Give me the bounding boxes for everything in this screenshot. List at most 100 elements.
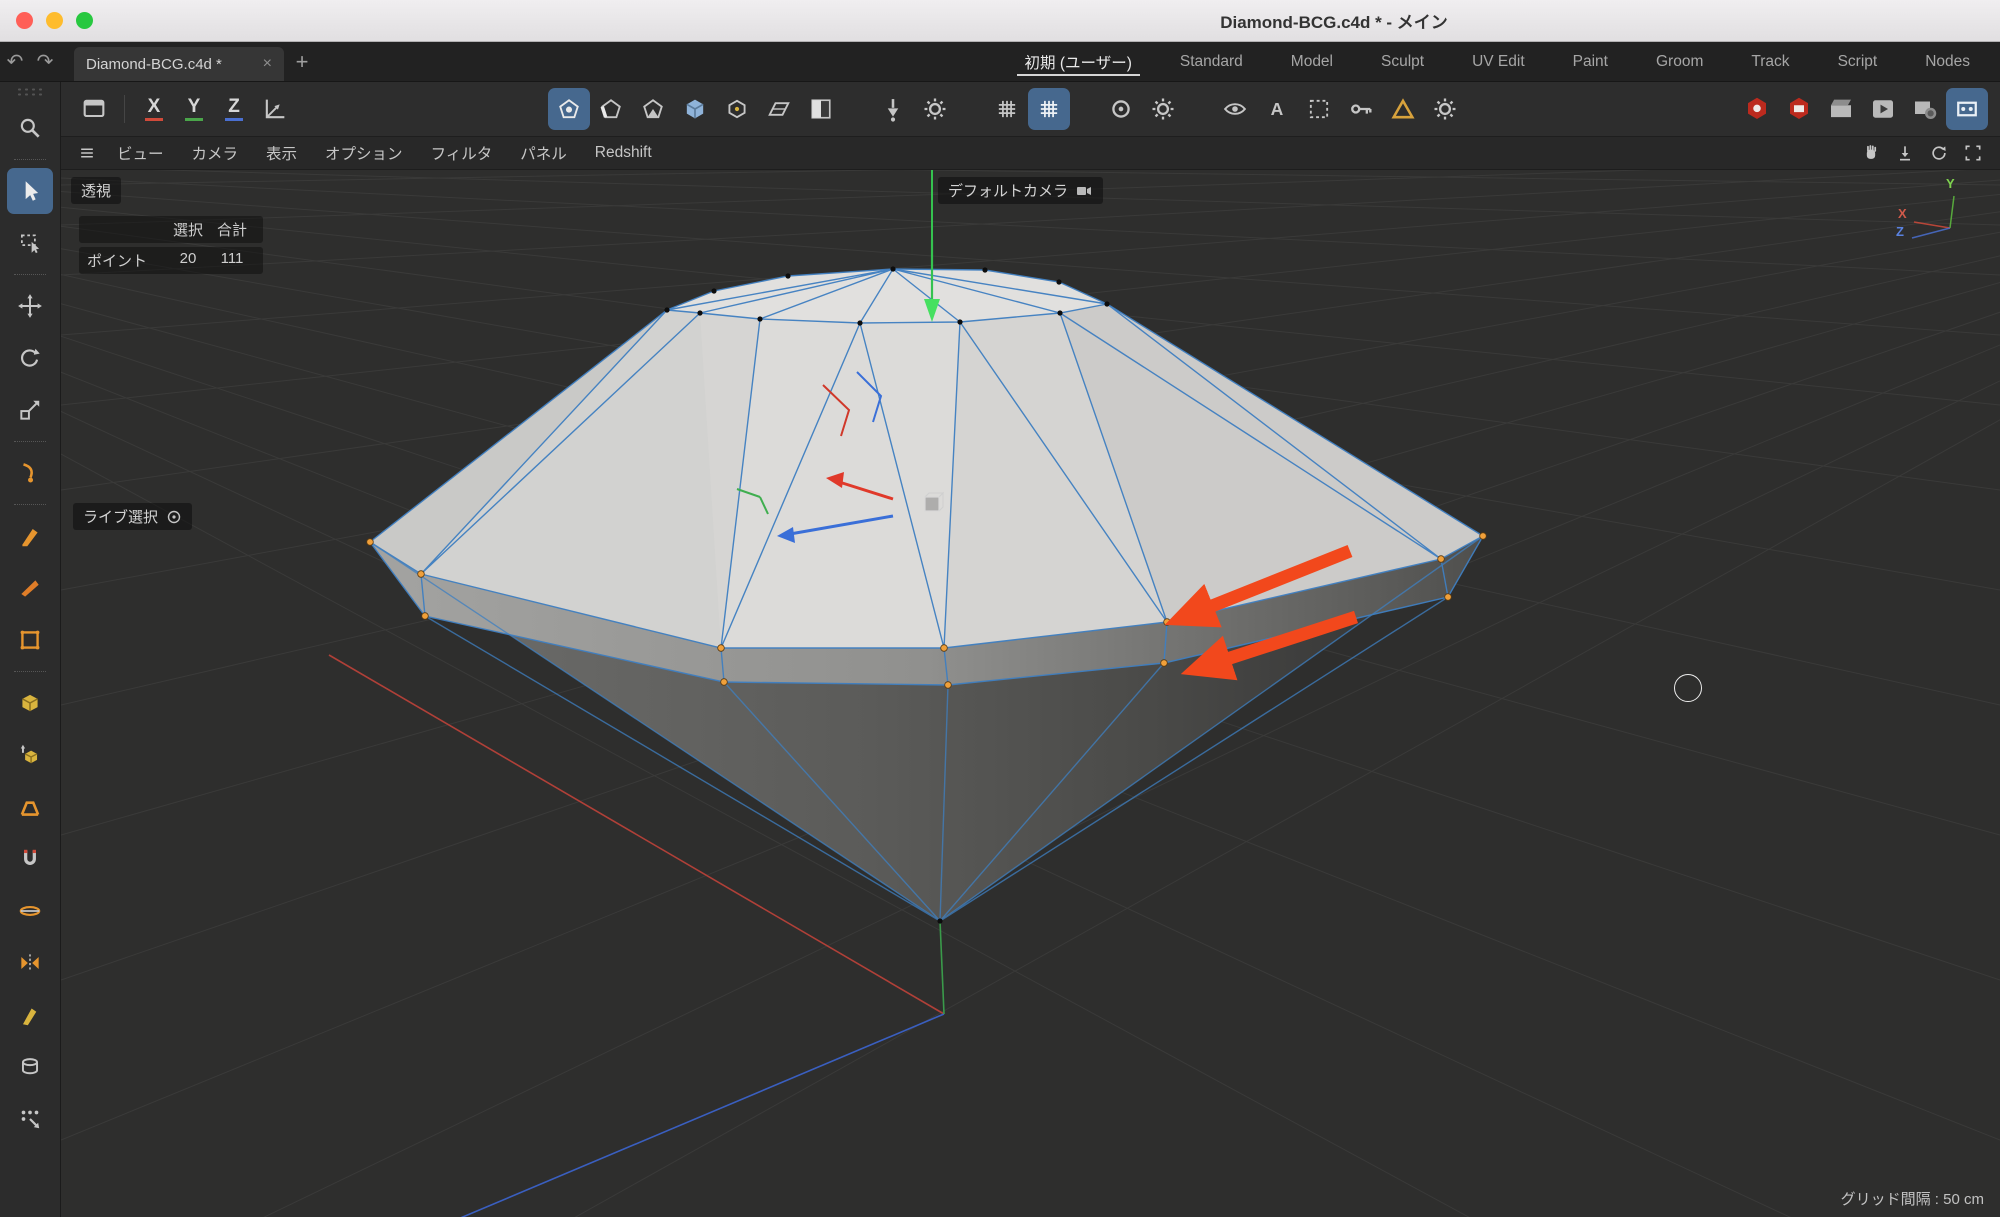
- rectangle-selection-tool-button[interactable]: [7, 220, 53, 266]
- coordinate-system-button[interactable]: [254, 88, 296, 130]
- grid-snap-button[interactable]: [1028, 88, 1070, 130]
- normals-button[interactable]: [1382, 88, 1424, 130]
- cube-arrow-icon: [17, 742, 43, 768]
- workplane-icon: [765, 95, 793, 123]
- visibility-button[interactable]: [1214, 88, 1256, 130]
- layout-tab[interactable]: Script: [1814, 42, 1902, 81]
- menu-item[interactable]: パネル: [506, 142, 581, 164]
- render-settings-button[interactable]: [1904, 88, 1946, 130]
- close-window-button[interactable]: [16, 12, 33, 29]
- dolly-view-button[interactable]: [1892, 140, 1918, 166]
- layout-tab[interactable]: Standard: [1156, 42, 1267, 81]
- hand-icon: [1861, 143, 1881, 163]
- options-button[interactable]: [1424, 88, 1466, 130]
- render-view-button[interactable]: [1820, 88, 1862, 130]
- menu-item[interactable]: Redshift: [581, 144, 666, 162]
- team-render-button[interactable]: [1946, 88, 1988, 130]
- object-mode-button[interactable]: [716, 88, 758, 130]
- layout-tab[interactable]: UV Edit: [1448, 42, 1549, 81]
- viewport-3d-scene[interactable]: [61, 170, 2000, 1217]
- zoom-window-button[interactable]: [76, 12, 93, 29]
- render-to-picture-viewer-button[interactable]: [1862, 88, 1904, 130]
- document-tab[interactable]: Diamond-BCG.c4d * ×: [74, 47, 284, 81]
- bevel-tool-button[interactable]: [7, 784, 53, 830]
- point-snap-tool-button[interactable]: [7, 1096, 53, 1142]
- layout-tab[interactable]: Model: [1267, 42, 1357, 81]
- polygons-mode-button[interactable]: [632, 88, 674, 130]
- viewport-layout-button[interactable]: [73, 88, 115, 130]
- move-tool-button[interactable]: [7, 283, 53, 329]
- viewport-canvas[interactable]: 透視 デフォルトカメラ 選択 合計 ポイント 20 111 ライブ: [61, 170, 2000, 1217]
- quantize-button[interactable]: [986, 88, 1028, 130]
- redo-icon[interactable]: ↷: [30, 42, 60, 81]
- menu-item[interactable]: フィルタ: [417, 142, 507, 164]
- palette-separator: [14, 159, 46, 160]
- titlebar: Diamond-BCG.c4d * - メイン: [0, 0, 2000, 42]
- palette-separator: [14, 504, 46, 505]
- menu-item[interactable]: カメラ: [178, 142, 253, 164]
- palette-grip[interactable]: [16, 87, 44, 96]
- gear-icon: [1431, 95, 1459, 123]
- menu-item[interactable]: 表示: [252, 142, 311, 164]
- key-button[interactable]: [1340, 88, 1382, 130]
- selection-info-row: ポイント 20 111: [79, 247, 263, 274]
- axis-z-toggle[interactable]: Z: [214, 88, 254, 130]
- toggle-views-button[interactable]: [1960, 140, 1986, 166]
- orientation-gizmo[interactable]: Y X Z: [1880, 176, 1972, 252]
- layout-tab[interactable]: Nodes: [1901, 42, 1994, 81]
- redshift-render-button[interactable]: [1736, 88, 1778, 130]
- modeling-axis-button[interactable]: [1100, 88, 1142, 130]
- close-tab-icon[interactable]: ×: [263, 55, 272, 73]
- points-mode-button[interactable]: [548, 88, 590, 130]
- clapperboard-icon: [1826, 94, 1856, 124]
- enable-snap-button[interactable]: [872, 88, 914, 130]
- layout-tab[interactable]: Groom: [1632, 42, 1727, 81]
- live-selection-tool-button[interactable]: [7, 168, 53, 214]
- soft-selection-button[interactable]: [1298, 88, 1340, 130]
- workplane-mode-button[interactable]: [758, 88, 800, 130]
- add-tab-button[interactable]: +: [284, 42, 320, 81]
- palette-separator: [14, 274, 46, 275]
- viewport-menu-button[interactable]: [71, 143, 103, 163]
- axis-modify-button[interactable]: A: [1256, 88, 1298, 130]
- layout-tab[interactable]: Paint: [1549, 42, 1632, 81]
- modeling-settings-button[interactable]: [1142, 88, 1184, 130]
- layout-tab[interactable]: Sculpt: [1357, 42, 1448, 81]
- undo-icon[interactable]: ↶: [0, 42, 30, 81]
- extrude-inner-tool-button[interactable]: [7, 732, 53, 778]
- axis-y-toggle[interactable]: Y: [174, 88, 214, 130]
- pan-view-button[interactable]: [1858, 140, 1884, 166]
- stamp-tool-button[interactable]: [7, 1044, 53, 1090]
- document-tabbar: ↶ ↷ Diamond-BCG.c4d * × + 初期 (ユーザー) Stan…: [0, 42, 2000, 82]
- layout-tab[interactable]: Track: [1727, 42, 1813, 81]
- orbit-view-button[interactable]: [1926, 140, 1952, 166]
- scale-tool-button[interactable]: [7, 387, 53, 433]
- menu-item[interactable]: オプション: [311, 142, 417, 164]
- layout-tab[interactable]: 初期 (ユーザー): [1001, 42, 1156, 81]
- polygon-frame-tool-button[interactable]: [7, 617, 53, 663]
- axis-x-toggle[interactable]: X: [134, 88, 174, 130]
- plane-cut-tool-button[interactable]: [7, 888, 53, 934]
- extrude-tool-button[interactable]: [7, 680, 53, 726]
- tweak-tool-button[interactable]: [7, 450, 53, 496]
- layout-tabs: 初期 (ユーザー) Standard Model Sculpt UV Edit …: [1001, 42, 2000, 81]
- model-mode-button[interactable]: [674, 88, 716, 130]
- symmetry-tool-button[interactable]: [7, 940, 53, 986]
- rotate-tool-button[interactable]: [7, 335, 53, 381]
- magnet-tool-button[interactable]: [7, 836, 53, 882]
- texture-mode-button[interactable]: [800, 88, 842, 130]
- total-count: 111: [209, 250, 255, 271]
- brush-tool-button[interactable]: [7, 992, 53, 1038]
- polygon-pen-tool-button[interactable]: [7, 513, 53, 559]
- minimize-window-button[interactable]: [46, 12, 63, 29]
- edges-mode-icon: [597, 95, 625, 123]
- edges-mode-button[interactable]: [590, 88, 632, 130]
- magnifier-icon: [17, 115, 43, 141]
- axis-x-label: X: [145, 97, 164, 121]
- snap-settings-button[interactable]: [914, 88, 956, 130]
- zoom-tool-button[interactable]: [7, 105, 53, 151]
- knife-tool-button[interactable]: [7, 565, 53, 611]
- menu-item[interactable]: ビュー: [103, 142, 178, 164]
- redshift-ipr-button[interactable]: [1778, 88, 1820, 130]
- camera-label[interactable]: デフォルトカメラ: [938, 177, 1103, 204]
